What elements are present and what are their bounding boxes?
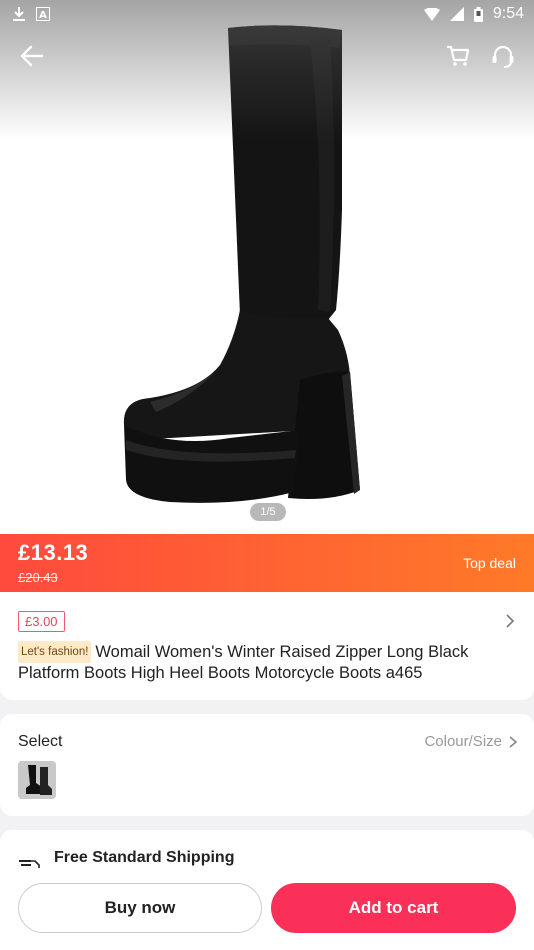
download-icon: [13, 7, 25, 21]
svg-text:A: A: [39, 10, 47, 21]
promo-tag: Let's fashion!: [18, 641, 92, 663]
original-price: £20.43: [18, 570, 58, 585]
top-nav-bar: [0, 34, 534, 78]
customer-support-button[interactable]: [485, 38, 521, 74]
top-deal-label: Top deal: [463, 555, 516, 571]
variant-thumbnail[interactable]: [18, 761, 56, 799]
current-price: £13.13: [18, 540, 89, 565]
wifi-icon: [423, 7, 440, 21]
chevron-right-icon: [509, 735, 518, 748]
headset-icon: [492, 45, 514, 68]
status-bar: A 9:54: [0, 0, 534, 28]
cart-button[interactable]: [440, 38, 476, 74]
colour-size-label: Colour/Size: [424, 733, 502, 750]
signal-icon: [449, 7, 464, 21]
battery-icon: [473, 6, 483, 22]
product-info-card: £3.00 Let's fashion! Womail Women's Winte…: [0, 592, 534, 700]
image-page-indicator: 1/5: [250, 503, 286, 521]
boot-thumbnail-image: [18, 761, 56, 799]
shipping-title: Free Standard Shipping: [54, 849, 235, 866]
back-button[interactable]: [14, 38, 50, 74]
price-banner: £13.13 £20.43 Top deal: [0, 534, 534, 592]
product-image-gallery[interactable]: 1/5: [0, 0, 534, 534]
bottom-action-bar: Buy now Add to cart: [0, 868, 534, 950]
colour-size-selector[interactable]: Colour/Size: [424, 733, 518, 750]
select-label: Select: [18, 733, 63, 750]
buy-now-button[interactable]: Buy now: [18, 883, 262, 933]
back-arrow-icon: [20, 45, 44, 67]
cart-icon: [447, 45, 470, 66]
coupon-badge[interactable]: £3.00: [18, 611, 65, 632]
chevron-right-icon[interactable]: [502, 612, 518, 630]
a-icon: A: [36, 7, 50, 21]
variant-select-card[interactable]: Select Colour/Size: [0, 714, 534, 816]
product-title: Let's fashion! Womail Women's Winter Rais…: [18, 641, 518, 683]
status-time: 9:54: [492, 5, 524, 22]
add-to-cart-button[interactable]: Add to cart: [271, 883, 516, 933]
